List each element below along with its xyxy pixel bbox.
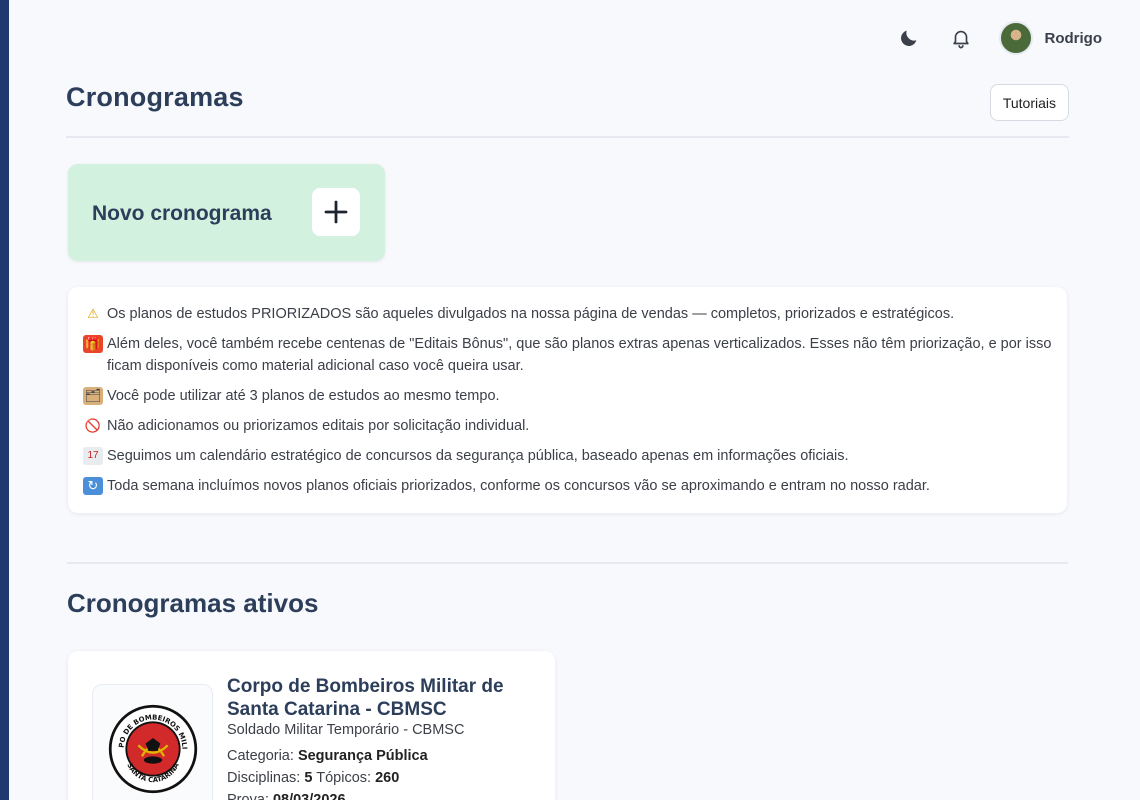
info-line: 🗂 Você pode utilizar até 3 planos de est… bbox=[83, 385, 1052, 407]
new-schedule-label: Novo cronograma bbox=[92, 202, 272, 225]
cbmsc-emblem-icon: CORPO DE BOMBEIROS MILITAR SANTA CATARIN… bbox=[107, 703, 197, 794]
bell-icon bbox=[952, 30, 969, 49]
theme-toggle-button[interactable] bbox=[889, 18, 929, 58]
topics-value: 260 bbox=[375, 770, 400, 786]
info-line: 17 Seguimos um calendário estratégico de… bbox=[83, 445, 1052, 467]
exam-value: 08/03/2026 bbox=[272, 792, 346, 800]
new-schedule-card[interactable]: Novo cronograma bbox=[68, 164, 385, 261]
plan-exam-date: Prova: 08/03/2026 bbox=[227, 792, 346, 800]
info-text: Você pode utilizar até 3 planos de estud… bbox=[107, 388, 500, 404]
disciplines-value: 5 bbox=[304, 770, 313, 786]
info-card: ⚠ Os planos de estudos PRIORIZADOS são a… bbox=[68, 287, 1067, 513]
moon-icon bbox=[900, 30, 916, 46]
left-accent-bar bbox=[0, 0, 9, 800]
notifications-button[interactable] bbox=[941, 18, 981, 58]
section-divider bbox=[67, 562, 1068, 564]
cycle-icon: ↻ bbox=[83, 477, 103, 495]
tutorials-button[interactable]: Tutoriais bbox=[989, 84, 1069, 121]
info-text: Os planos de estudos PRIORIZADOS são aqu… bbox=[107, 306, 955, 322]
plus-icon bbox=[324, 200, 348, 224]
plan-title: Corpo de Bombeiros Militar de Santa Cata… bbox=[227, 676, 504, 720]
info-line: ⚠ Os planos de estudos PRIORIZADOS são a… bbox=[83, 303, 1052, 325]
page-header: Cronogramas Tutoriais bbox=[66, 80, 1069, 138]
active-schedules-title: Cronogramas ativos bbox=[67, 588, 319, 618]
user-name: Rodrigo bbox=[1044, 29, 1103, 47]
prohibited-icon: 🚫 bbox=[84, 418, 102, 433]
info-line: 🚫 Não adicionamos ou priorizamos editais… bbox=[83, 415, 1052, 437]
info-line: 🎁 Além deles, você também recebe centena… bbox=[83, 333, 1052, 377]
category-label: Categoria: bbox=[227, 748, 294, 764]
disciplines-label: Disciplinas: bbox=[227, 770, 301, 786]
avatar bbox=[998, 21, 1033, 55]
plan-subtitle: Soldado Militar Temporário - CBMSC bbox=[227, 722, 465, 738]
info-line: ↻ Toda semana incluímos novos planos ofi… bbox=[83, 475, 1052, 497]
plan-counts: Disciplinas: 5 Tópicos: 260 bbox=[227, 770, 399, 786]
exam-label: Prova: bbox=[227, 792, 269, 800]
info-text: Não adicionamos ou priorizamos editais p… bbox=[107, 418, 530, 434]
calendar-icon: 17 bbox=[83, 447, 103, 465]
new-schedule-plus-button[interactable] bbox=[312, 188, 360, 236]
plan-logo: CORPO DE BOMBEIROS MILITAR SANTA CATARIN… bbox=[92, 684, 213, 800]
active-plan-card[interactable]: CORPO DE BOMBEIROS MILITAR SANTA CATARIN… bbox=[68, 651, 555, 800]
info-text: Além deles, você também recebe centenas … bbox=[107, 336, 1052, 374]
page-title: Cronogramas bbox=[66, 82, 244, 112]
user-menu[interactable]: Rodrigo bbox=[998, 21, 1103, 55]
category-value: Segurança Pública bbox=[297, 748, 428, 764]
card-box-icon: 🗂 bbox=[83, 387, 103, 405]
warning-icon: ⚠ bbox=[87, 306, 99, 321]
gift-icon: 🎁 bbox=[83, 335, 103, 353]
info-text: Seguimos um calendário estratégico de co… bbox=[107, 448, 849, 464]
topics-label: Tópicos: bbox=[316, 770, 372, 786]
plan-category: Categoria: Segurança Pública bbox=[227, 748, 428, 764]
topbar: Rodrigo bbox=[877, 18, 1103, 58]
info-text: Toda semana incluímos novos planos ofici… bbox=[107, 478, 930, 494]
